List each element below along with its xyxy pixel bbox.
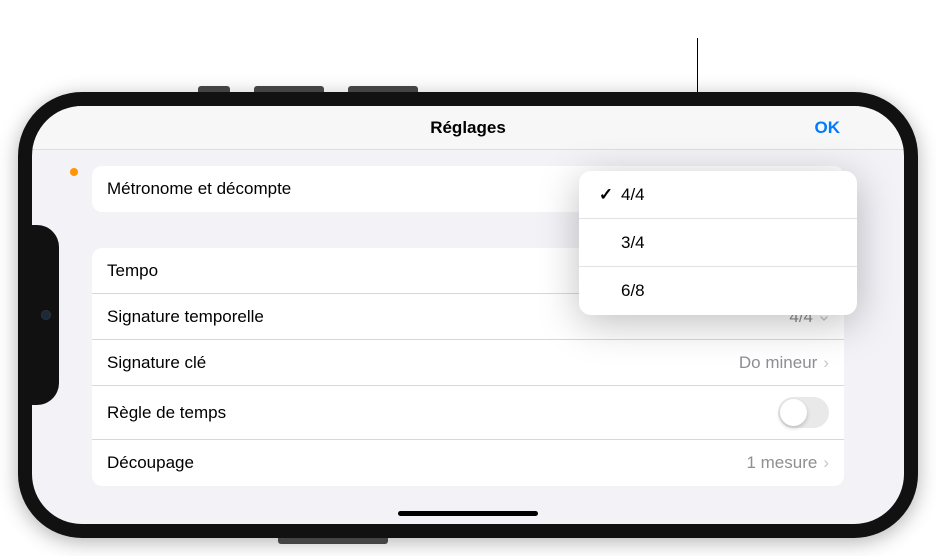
popover-option-6-8[interactable]: 6/8 — [579, 267, 857, 315]
popover-option-label: 3/4 — [621, 233, 645, 253]
time-signature-popover: ✓ 4/4 3/4 6/8 — [579, 171, 857, 315]
chevron-right-icon: › — [823, 353, 829, 373]
notch — [32, 225, 59, 405]
time-ruler-toggle[interactable] — [778, 397, 829, 428]
metronome-label: Métronome et décompte — [107, 179, 291, 199]
recording-indicator-dot — [70, 168, 78, 176]
ok-button[interactable]: OK — [815, 118, 841, 138]
phone-hardware-buttons-top — [198, 86, 418, 92]
screen: Réglages OK Métronome et décompte › Temp… — [32, 106, 904, 524]
popover-option-4-4[interactable]: ✓ 4/4 — [579, 171, 857, 219]
phone-hardware-buttons-bottom — [278, 538, 388, 544]
chevron-right-icon: › — [823, 453, 829, 473]
key-signature-label: Signature clé — [107, 353, 206, 373]
phone-frame: Réglages OK Métronome et décompte › Temp… — [18, 92, 918, 538]
navigation-bar: Réglages OK — [32, 106, 904, 150]
front-camera — [41, 310, 51, 320]
popover-option-label: 4/4 — [621, 185, 645, 205]
toggle-knob — [780, 399, 807, 426]
time-ruler-label: Règle de temps — [107, 403, 226, 423]
popover-option-label: 6/8 — [621, 281, 645, 301]
key-signature-value: Do mineur — [739, 353, 817, 373]
time-signature-label: Signature temporelle — [107, 307, 264, 327]
snap-value: 1 mesure — [746, 453, 817, 473]
popover-option-3-4[interactable]: 3/4 — [579, 219, 857, 267]
snap-label: Découpage — [107, 453, 194, 473]
home-indicator[interactable] — [398, 511, 538, 516]
checkmark-icon: ✓ — [595, 185, 617, 205]
tempo-label: Tempo — [107, 261, 158, 281]
time-ruler-row: Règle de temps — [92, 386, 844, 440]
page-title: Réglages — [430, 118, 506, 138]
key-signature-row[interactable]: Signature clé Do mineur › — [92, 340, 844, 386]
snap-row[interactable]: Découpage 1 mesure › — [92, 440, 844, 486]
